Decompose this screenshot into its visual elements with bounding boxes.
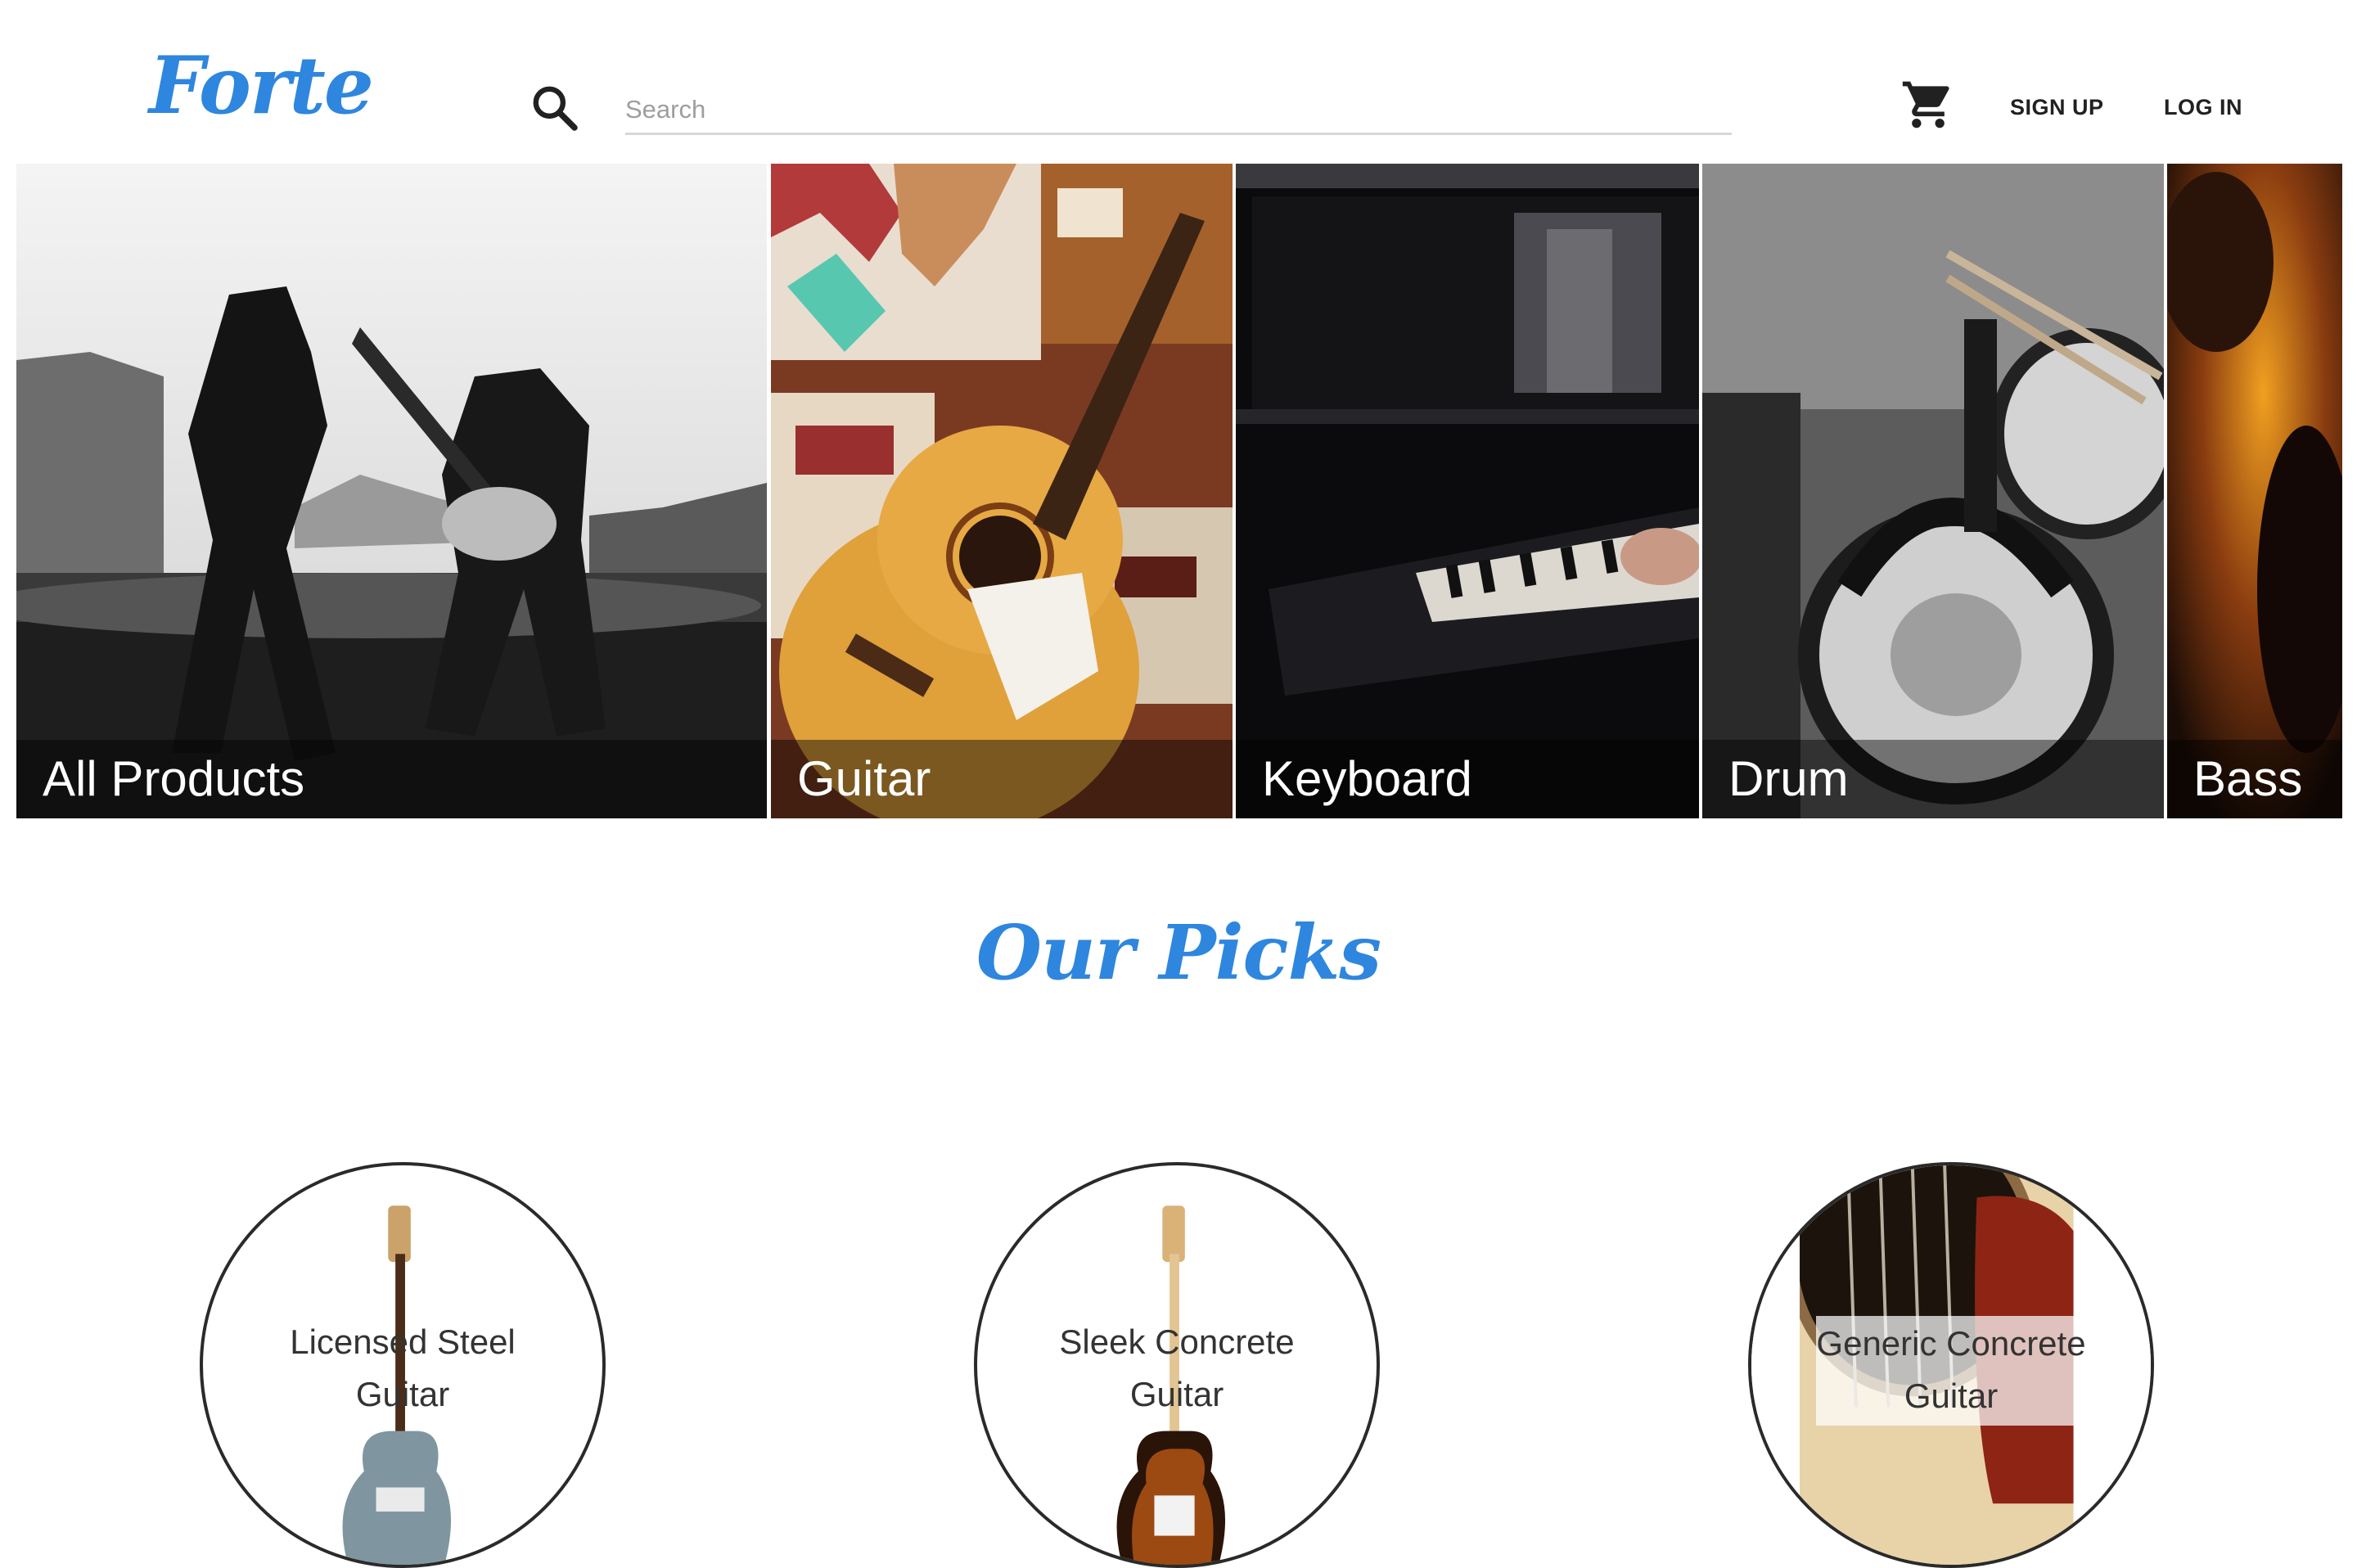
pick-name: Licensed Steel Guitar xyxy=(290,1322,516,1413)
acoustic-guitar-photo xyxy=(771,164,1233,818)
header: Forte SIGN UP LOG IN xyxy=(0,0,2357,164)
search-input[interactable] xyxy=(625,87,1732,135)
category-tile-all-products[interactable]: All Products xyxy=(16,164,767,818)
tile-label: Bass xyxy=(2193,751,2303,806)
pick-card-sleek-concrete-guitar[interactable]: Sleek Concrete Guitar xyxy=(974,1162,1380,1568)
pick-name: Sleek Concrete Guitar xyxy=(1059,1322,1295,1413)
pick-card-licensed-steel-guitar[interactable]: Licensed Steel Guitar xyxy=(200,1162,606,1568)
category-tile-bass[interactable]: Bass xyxy=(2167,164,2342,818)
category-tile-keyboard[interactable]: Keyboard xyxy=(1236,164,1699,818)
tile-label: Drum xyxy=(1728,751,1849,806)
pick-card-generic-concrete-guitar[interactable]: Generic Concrete Guitar xyxy=(1748,1162,2154,1568)
bass-guitar-photo xyxy=(2167,164,2342,818)
shopping-cart-icon[interactable] xyxy=(1900,77,1956,133)
search-icon[interactable] xyxy=(529,82,581,134)
tile-label: Keyboard xyxy=(1262,751,1472,806)
piano-photo xyxy=(1236,164,1699,818)
concert-photo xyxy=(16,164,767,818)
category-tile-guitar[interactable]: Guitar xyxy=(771,164,1233,818)
our-picks-title: Our Picks xyxy=(976,908,1381,997)
log-in-link[interactable]: LOG IN xyxy=(2164,95,2242,120)
sign-up-link[interactable]: SIGN UP xyxy=(2010,95,2104,120)
brand-logo[interactable]: Forte xyxy=(149,39,374,132)
tile-label: Guitar xyxy=(797,751,931,806)
pick-name: Generic Concrete Guitar xyxy=(1816,1316,2086,1426)
drum-kit-photo xyxy=(1702,164,2164,818)
category-tile-drum[interactable]: Drum xyxy=(1702,164,2164,818)
tile-label: All Products xyxy=(43,751,305,806)
